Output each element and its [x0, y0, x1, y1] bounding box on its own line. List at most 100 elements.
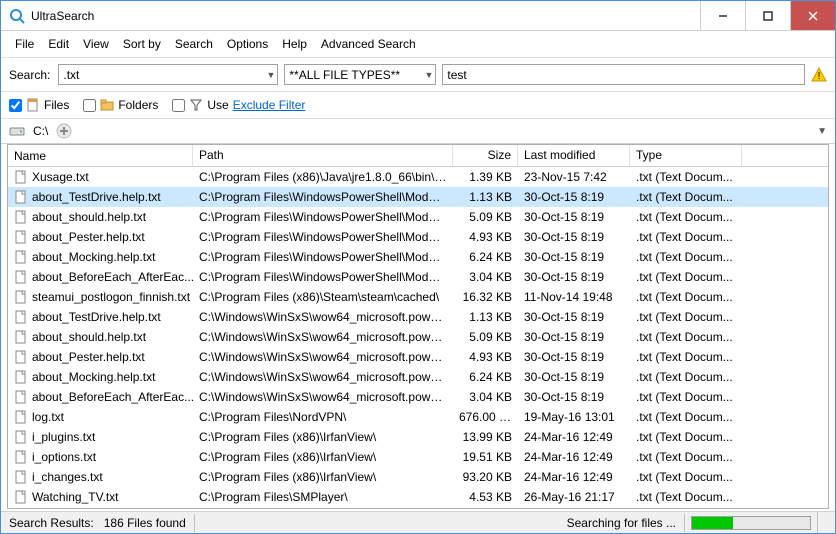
close-button[interactable]	[790, 1, 835, 30]
cell-size: 3.04 KB	[453, 389, 518, 405]
table-row[interactable]: about_should.help.txtC:\Windows\WinSxS\w…	[8, 327, 828, 347]
table-row[interactable]: about_Mocking.help.txtC:\Program Files\W…	[8, 247, 828, 267]
menu-item-advanced-search[interactable]: Advanced Search	[315, 35, 422, 53]
cell-type: .txt (Text Docum...	[630, 329, 742, 345]
col-path-header[interactable]: Path	[193, 145, 453, 166]
files-checkbox[interactable]	[9, 99, 22, 112]
cell-mod: 30-Oct-15 8:19	[518, 309, 630, 325]
cell-name: about_Mocking.help.txt	[8, 369, 193, 385]
filetype-input[interactable]	[289, 68, 431, 82]
table-row[interactable]: steamui_postlogon_finnish.txtC:\Program …	[8, 287, 828, 307]
cell-path: C:\Windows\WinSxS\wow64_microsoft.powers…	[193, 329, 453, 345]
cell-mod: 30-Oct-15 8:19	[518, 389, 630, 405]
table-row[interactable]: about_BeforeEach_AfterEac...C:\Program F…	[8, 267, 828, 287]
menu-item-options[interactable]: Options	[221, 35, 274, 53]
svg-text:!: !	[818, 71, 821, 82]
cell-mod: 19-May-16 13:01	[518, 409, 630, 425]
cell-size: 5.09 KB	[453, 209, 518, 225]
chevron-down-icon: ▼	[266, 70, 275, 80]
menu-item-view[interactable]: View	[77, 35, 115, 53]
cell-type: .txt (Text Docum...	[630, 229, 742, 245]
chevron-down-icon[interactable]: ▼	[817, 126, 827, 137]
menu-item-help[interactable]: Help	[276, 35, 313, 53]
minimize-button[interactable]	[700, 1, 745, 30]
col-mod-header[interactable]: Last modified	[518, 145, 630, 166]
cell-size: 13.99 KB	[453, 429, 518, 445]
menu-item-edit[interactable]: Edit	[42, 35, 75, 53]
col-type-header[interactable]: Type	[630, 145, 742, 166]
menu-item-file[interactable]: File	[9, 35, 40, 53]
cell-name: steamui_postlogon_finnish.txt	[8, 289, 193, 305]
query-combo[interactable]	[442, 64, 805, 85]
cell-size: 1.13 KB	[453, 309, 518, 325]
cell-type: .txt (Text Docum...	[630, 289, 742, 305]
cell-path: C:\Program Files\WindowsPowerShell\Modul…	[193, 249, 453, 265]
cell-path: C:\Program Files\WindowsPowerShell\Modul…	[193, 229, 453, 245]
cell-path: C:\Program Files (x86)\IrfanView\	[193, 429, 453, 445]
status-searching: Searching for files ...	[559, 514, 685, 532]
app-icon	[9, 8, 25, 24]
table-row[interactable]: i_changes.txtC:\Program Files (x86)\Irfa…	[8, 467, 828, 487]
search-bar: Search: ▼ ▼ !	[1, 58, 835, 92]
cell-mod: 23-Nov-15 7:42	[518, 169, 630, 185]
col-size-header[interactable]: Size	[453, 145, 518, 166]
cell-size: 93.20 KB	[453, 469, 518, 485]
status-results: Search Results: 186 Files found	[1, 514, 195, 532]
table-row[interactable]: i_options.txtC:\Program Files (x86)\Irfa…	[8, 447, 828, 467]
table-row[interactable]: about_Mocking.help.txtC:\Windows\WinSxS\…	[8, 367, 828, 387]
cell-path: C:\Program Files\WindowsPowerShell\Modul…	[193, 189, 453, 205]
table-row[interactable]: about_TestDrive.help.txtC:\Program Files…	[8, 187, 828, 207]
files-checkbox-group: Files	[9, 98, 69, 112]
extension-combo[interactable]: ▼	[58, 64, 278, 85]
window-title: UltraSearch	[31, 9, 700, 23]
cell-type: .txt (Text Docum...	[630, 409, 742, 425]
table-row[interactable]: log.txtC:\Program Files\NordVPN\676.00 K…	[8, 407, 828, 427]
cell-path: C:\Program Files (x86)\Steam\steam\cache…	[193, 289, 453, 305]
table-row[interactable]: about_Pester.help.txtC:\Windows\WinSxS\w…	[8, 347, 828, 367]
use-filter-group: Use Exclude Filter	[172, 98, 305, 112]
cell-type: .txt (Text Docum...	[630, 429, 742, 445]
extension-input[interactable]	[63, 68, 273, 82]
use-checkbox[interactable]	[172, 99, 185, 112]
cell-name: Watching_TV.txt	[8, 489, 193, 505]
folders-label: Folders	[118, 98, 158, 112]
menu-item-sort-by[interactable]: Sort by	[117, 35, 167, 53]
add-drive-icon[interactable]	[56, 123, 72, 139]
menu-item-search[interactable]: Search	[169, 35, 219, 53]
table-row[interactable]: about_Pester.help.txtC:\Program Files\Wi…	[8, 227, 828, 247]
cell-mod: 30-Oct-15 8:19	[518, 229, 630, 245]
cell-mod: 30-Oct-15 8:19	[518, 209, 630, 225]
col-spacer	[742, 145, 828, 166]
cell-path: C:\Windows\WinSxS\wow64_microsoft.powers…	[193, 369, 453, 385]
table-row[interactable]: about_BeforeEach_AfterEac...C:\Windows\W…	[8, 387, 828, 407]
col-name-header[interactable]: Name	[8, 145, 193, 166]
query-input[interactable]	[447, 68, 800, 82]
cell-name: log.txt	[8, 409, 193, 425]
cell-size: 1.13 KB	[453, 189, 518, 205]
cell-mod: 30-Oct-15 8:19	[518, 269, 630, 285]
cell-name: about_TestDrive.help.txt	[8, 309, 193, 325]
table-body[interactable]: Xusage.txtC:\Program Files (x86)\Java\jr…	[8, 167, 828, 508]
maximize-button[interactable]	[745, 1, 790, 30]
cell-size: 16.32 KB	[453, 289, 518, 305]
folders-checkbox-group: Folders	[83, 98, 158, 112]
filter-icon	[189, 98, 203, 112]
menubar: FileEditViewSort bySearchOptionsHelpAdva…	[1, 31, 835, 58]
cell-path: C:\Program Files (x86)\IrfanView\	[193, 469, 453, 485]
table-row[interactable]: about_TestDrive.help.txtC:\Windows\WinSx…	[8, 307, 828, 327]
cell-size: 4.53 KB	[453, 489, 518, 505]
table-row[interactable]: about_should.help.txtC:\Program Files\Wi…	[8, 207, 828, 227]
table-row[interactable]: i_plugins.txtC:\Program Files (x86)\Irfa…	[8, 427, 828, 447]
drive-label[interactable]: C:\	[33, 124, 48, 138]
cell-path: C:\Program Files\WindowsPowerShell\Modul…	[193, 269, 453, 285]
cell-size: 6.24 KB	[453, 369, 518, 385]
exclude-filter-link[interactable]: Exclude Filter	[233, 98, 306, 112]
folders-checkbox[interactable]	[83, 99, 96, 112]
table-row[interactable]: Xusage.txtC:\Program Files (x86)\Java\jr…	[8, 167, 828, 187]
status-bar: Search Results: 186 Files found Searchin…	[1, 511, 835, 533]
filetype-combo[interactable]: ▼	[284, 64, 436, 85]
cell-name: about_should.help.txt	[8, 329, 193, 345]
table-row[interactable]: Watching_TV.txtC:\Program Files\SMPlayer…	[8, 487, 828, 507]
cell-type: .txt (Text Docum...	[630, 309, 742, 325]
folder-icon	[100, 98, 114, 112]
